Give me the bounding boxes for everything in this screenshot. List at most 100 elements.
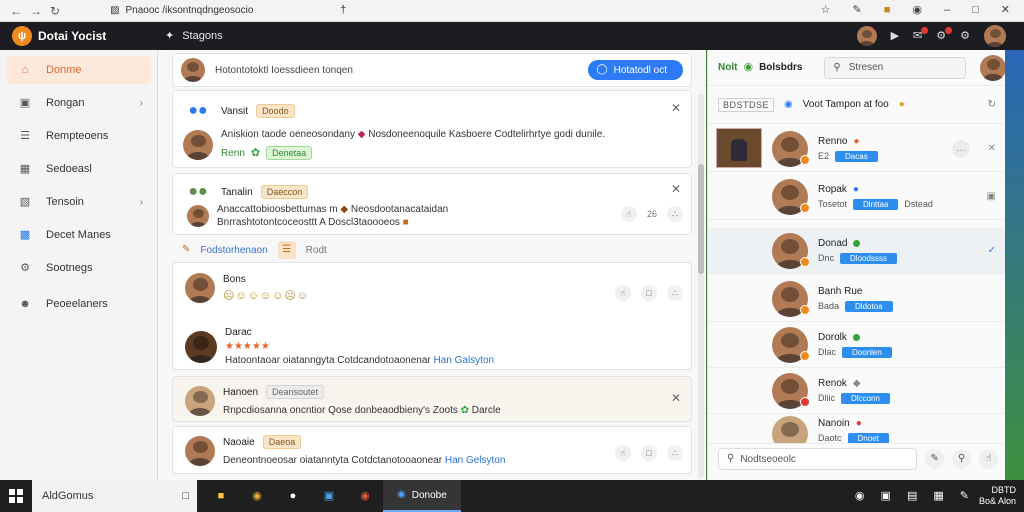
- sidebar-item-label: Donme: [46, 64, 82, 76]
- post-card[interactable]: Hanoen Deansoutet Rnpcdiosanna oncntior …: [172, 376, 692, 422]
- panel-tab[interactable]: BDSTDSE: [718, 97, 775, 112]
- post-card[interactable]: Bons ☹☺☺☺☺☹☺ ☝ □ ∴ Darac ★★★★★ Hatoontao…: [172, 262, 692, 370]
- user-avatar[interactable]: [856, 26, 877, 46]
- post-card[interactable]: Naoaie Daeoa Deneontnoeosar oiatanntyta …: [172, 426, 692, 474]
- bookmark-icon[interactable]: ☰: [277, 241, 296, 259]
- contact-item[interactable]: Nanoin ● Daotc Dnoet: [708, 412, 1006, 444]
- post-card[interactable]: ●● Tanalin Daeccon ✕ Anaccattobioosbettu…: [172, 173, 692, 235]
- close-icon[interactable]: ✕: [671, 391, 681, 405]
- post-author[interactable]: Tanalin: [221, 187, 253, 198]
- like-icon[interactable]: ☝: [615, 445, 631, 461]
- header-search[interactable]: ✦ Stagons: [165, 30, 223, 42]
- presence-dot: [800, 155, 810, 165]
- tools-icon[interactable]: ⚙: [936, 26, 953, 42]
- address-bar[interactable]: ▨ Pnaooc /iksontnqdngeosocio: [110, 3, 300, 19]
- refresh-icon[interactable]: ↻: [988, 99, 996, 110]
- feed-scrollbar[interactable]: [698, 94, 704, 478]
- contact-item[interactable]: Banh Rue Bada Dldotoa: [708, 276, 1006, 322]
- browser-icon[interactable]: ◉: [357, 488, 373, 504]
- close-window-icon[interactable]: ✕: [1001, 5, 1010, 16]
- sidebar-item-monitor[interactable]: ▣ Rongan ›: [6, 89, 151, 117]
- attach-icon[interactable]: ✎: [925, 449, 945, 469]
- share-icon[interactable]: ∴: [667, 445, 683, 461]
- sidebar-item-folder[interactable]: ▧ Tensoin ›: [6, 188, 151, 216]
- star-icon[interactable]: ☆: [821, 5, 831, 16]
- contacts-search[interactable]: ⚲ Stresen: [824, 56, 966, 79]
- camera-icon[interactable]: ▣: [987, 191, 996, 202]
- contact-item[interactable]: Renok ◆ Dliic Dlcconn: [708, 368, 1006, 414]
- sidebar-item-list[interactable]: ☰ Rempteoens: [6, 122, 151, 150]
- message-input[interactable]: ⚲ Nodtseoeolc: [718, 448, 918, 470]
- share-icon[interactable]: ∴: [667, 285, 683, 301]
- share-icon[interactable]: ∴: [667, 206, 683, 222]
- app-logo[interactable]: ψ Dotai Yocist: [0, 26, 165, 46]
- close-icon[interactable]: ✕: [671, 101, 681, 115]
- post-author[interactable]: Darac: [225, 327, 494, 338]
- like-icon[interactable]: ☝: [620, 206, 637, 222]
- profile-icon[interactable]: ■: [884, 5, 891, 16]
- task-view-icon[interactable]: □: [182, 490, 189, 502]
- post-composer[interactable]: Hotontotoktl Ioessdieen tonqen ◯ Hotatod…: [172, 53, 692, 87]
- section-label[interactable]: Fodstorhenaon: [200, 245, 267, 256]
- comment-icon[interactable]: □: [641, 285, 657, 301]
- section-rank[interactable]: Rodt: [306, 245, 327, 256]
- reload-icon[interactable]: ↻: [50, 5, 60, 17]
- close-icon[interactable]: ✕: [988, 143, 996, 154]
- taskbar-clock[interactable]: DBTD Bo& Alon: [979, 485, 1024, 507]
- panel-avatar[interactable]: [980, 54, 1006, 81]
- sidebar-item-people[interactable]: ☻ Peoeelaners: [6, 290, 151, 318]
- sidebar-item-chart[interactable]: ▦ Sedoeasl: [6, 155, 151, 183]
- contact-item[interactable]: Ropak ● Tosetot Dlnttaa Dstead ▣: [708, 174, 1006, 220]
- chrome-icon[interactable]: ◉: [249, 488, 265, 504]
- post-author[interactable]: Vansit: [221, 106, 248, 117]
- post-author[interactable]: Hanoen: [223, 387, 258, 398]
- extension-icon[interactable]: ✎: [853, 5, 862, 16]
- discord-icon[interactable]: ●: [285, 488, 301, 504]
- composer-prompt[interactable]: Hotontotoktl Ioessdieen tonqen: [215, 65, 353, 76]
- like-icon[interactable]: ☝: [979, 449, 998, 469]
- contact-badge: Dlcconn: [841, 392, 890, 404]
- post-sub-author[interactable]: Renn: [221, 148, 245, 159]
- network-icon[interactable]: ✎: [960, 490, 969, 502]
- account-avatar[interactable]: [984, 25, 1006, 47]
- like-icon[interactable]: ☝: [615, 285, 631, 301]
- windows-start-icon[interactable]: [0, 480, 32, 512]
- tray-icon[interactable]: ▦: [933, 490, 943, 502]
- file-explorer-icon[interactable]: ■: [213, 488, 229, 504]
- post-tag: Doodo: [256, 104, 295, 118]
- post-author[interactable]: Bons: [223, 274, 309, 285]
- more-icon[interactable]: …: [952, 139, 970, 158]
- taskbar-active-app[interactable]: ◉ Donobe: [383, 480, 461, 512]
- contact-item[interactable]: Dorolk Dlac Doonlen: [708, 322, 1006, 368]
- contact-item[interactable]: Renno ● E2 Dacas … ✕: [708, 126, 1006, 172]
- sidebar-item-label: Sootnegs: [46, 262, 93, 274]
- post-card[interactable]: ●● Vansit Doodo ✕ Aniskion taode oeneoso…: [172, 90, 692, 168]
- chevron-right-icon: ›: [139, 97, 143, 109]
- forward-icon[interactable]: →: [30, 5, 42, 17]
- check-icon[interactable]: ✓: [988, 245, 996, 256]
- video-icon[interactable]: ▶: [891, 30, 899, 42]
- sidebar-item-documents[interactable]: ▩ Decet Manes: [6, 221, 151, 249]
- back-icon[interactable]: ←: [10, 5, 22, 17]
- close-icon[interactable]: ✕: [671, 182, 681, 196]
- maximize-icon[interactable]: □: [972, 5, 979, 16]
- taskbar-search[interactable]: AldGomus □: [32, 480, 197, 512]
- notification-icon[interactable]: ◉: [912, 5, 922, 16]
- post-link[interactable]: Han Galsyton: [434, 355, 495, 366]
- sidebar-item-home[interactable]: ⌂ Donme: [6, 56, 151, 84]
- post-author[interactable]: Naoaie: [223, 437, 255, 448]
- composer-submit-button[interactable]: ◯ Hotatodl oct: [588, 60, 683, 80]
- search-icon[interactable]: ⚲: [952, 449, 972, 469]
- contact-item[interactable]: Donad Dnc Dloodssss ✓: [708, 228, 1006, 274]
- comment-icon[interactable]: □: [641, 445, 657, 461]
- tray-icon[interactable]: ◉: [855, 490, 865, 502]
- post-link[interactable]: Han Gelsyton: [445, 455, 506, 466]
- sidebar-item-settings[interactable]: ⚙ Sootnegs: [6, 254, 151, 282]
- sidebar-item-label: Decet Manes: [46, 229, 111, 241]
- tray-icon[interactable]: ▣: [881, 490, 891, 502]
- settings-icon[interactable]: ⚙: [960, 30, 970, 42]
- tray-icon[interactable]: ▤: [907, 490, 917, 502]
- store-icon[interactable]: ▣: [321, 488, 337, 504]
- minimize-icon[interactable]: –: [944, 5, 950, 16]
- chat-icon[interactable]: ✉: [913, 26, 929, 42]
